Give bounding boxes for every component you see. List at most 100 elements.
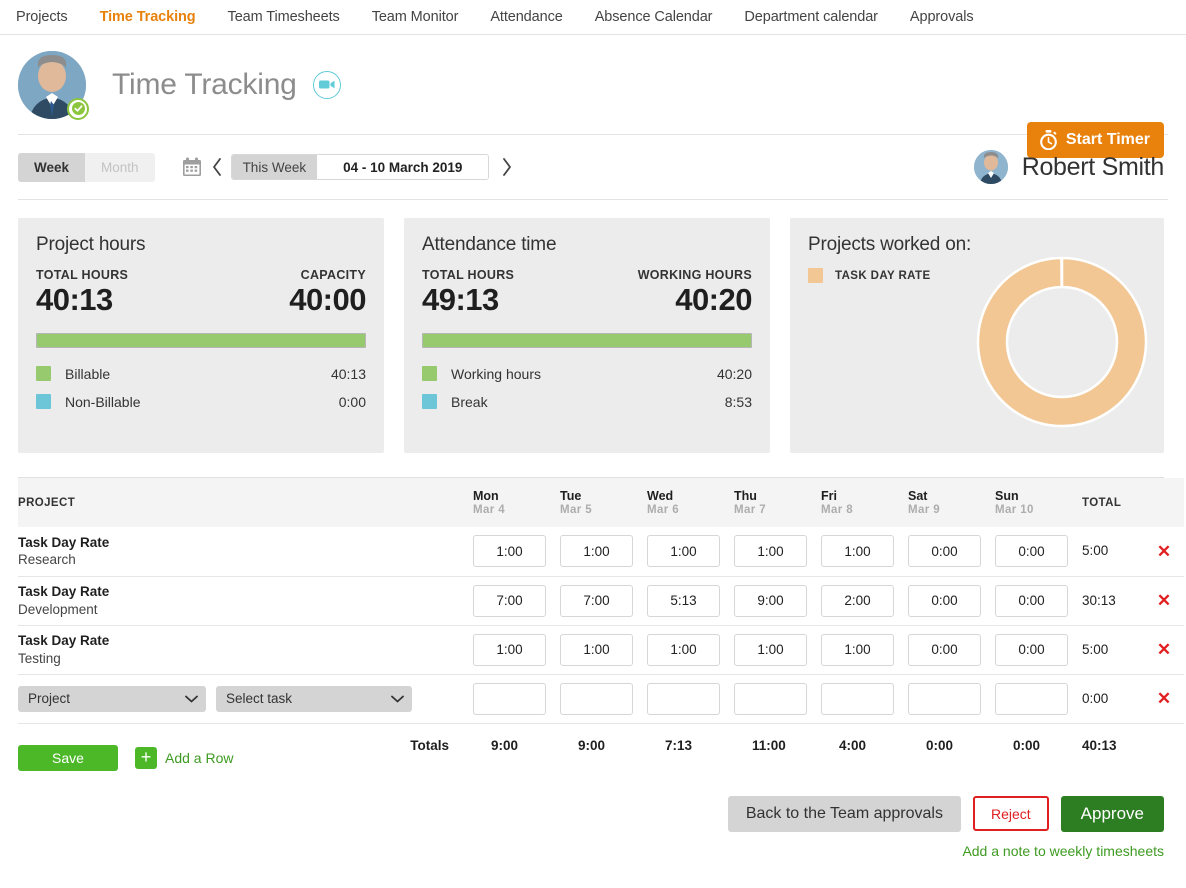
hour-input-rnew-d5[interactable] — [908, 683, 981, 715]
period-month-button[interactable]: Month — [85, 153, 155, 182]
hour-input-rnew-d1[interactable] — [560, 683, 633, 715]
hour-input-rnew-d4[interactable] — [821, 683, 894, 715]
hour-input-rnew-d2[interactable] — [647, 683, 720, 715]
nav-item-absence-calendar[interactable]: Absence Calendar — [579, 9, 729, 25]
hour-input-r2-d4[interactable] — [821, 634, 894, 666]
hour-input-r1-d1[interactable] — [560, 585, 633, 617]
nav-item-approvals[interactable]: Approvals — [894, 9, 990, 25]
video-camera-icon[interactable] — [313, 71, 341, 99]
date-range-value[interactable]: 04 - 10 March 2019 — [317, 155, 488, 179]
legend-value: 8:53 — [725, 394, 752, 410]
hour-input-r1-d2[interactable] — [647, 585, 720, 617]
card-project-hours: Project hours TOTAL HOURS CAPACITY 40:13… — [18, 218, 384, 453]
day-date: Mar 9 — [908, 504, 995, 516]
task-name: Development — [18, 601, 473, 619]
hour-input-rnew-d3[interactable] — [734, 683, 807, 715]
nav-item-attendance[interactable]: Attendance — [474, 9, 578, 25]
legend: Working hours 40:20 Break 8:53 — [422, 366, 752, 410]
card-projects-worked-on: Projects worked on: TASK DAY RATE — [790, 218, 1164, 453]
delete-x-icon[interactable]: ✕ — [1144, 543, 1184, 560]
delete-cell: ✕ — [1144, 527, 1184, 576]
hour-cell — [995, 625, 1082, 674]
project-select[interactable]: Project — [18, 686, 206, 712]
hour-input-r0-d4[interactable] — [821, 535, 894, 567]
save-button[interactable]: Save — [18, 745, 118, 771]
hour-input-r1-d4[interactable] — [821, 585, 894, 617]
day-name: Sat — [908, 489, 995, 503]
add-note-link[interactable]: Add a note to weekly timesheets — [18, 843, 1164, 859]
row-total-value: 5:00 — [1082, 642, 1108, 657]
hour-cell — [473, 576, 560, 625]
nav-item-team-timesheets[interactable]: Team Timesheets — [212, 9, 356, 25]
hour-cell — [647, 576, 734, 625]
hour-input-rnew-d0[interactable] — [473, 683, 546, 715]
nav-item-time-tracking[interactable]: Time Tracking — [84, 9, 212, 25]
hour-input-r0-d3[interactable] — [734, 535, 807, 567]
summary-cards: Project hours TOTAL HOURS CAPACITY 40:13… — [0, 200, 1186, 453]
nav-item-team-monitor[interactable]: Team Monitor — [356, 9, 475, 25]
legend-label: Working hours — [451, 366, 717, 382]
hour-cell — [908, 674, 995, 723]
stat-labels: TOTAL HOURS WORKING HOURS — [422, 268, 752, 282]
hour-cell — [734, 674, 821, 723]
legend-label: Non-Billable — [65, 394, 339, 410]
hour-input-r0-d5[interactable] — [908, 535, 981, 567]
total-hours-label: TOTAL HOURS — [36, 268, 128, 282]
hour-input-r1-d5[interactable] — [908, 585, 981, 617]
period-week-button[interactable]: Week — [18, 153, 85, 182]
hour-input-r2-d2[interactable] — [647, 634, 720, 666]
calendar-icon[interactable] — [181, 156, 203, 178]
hour-input-r2-d5[interactable] — [908, 634, 981, 666]
nav-item-projects[interactable]: Projects — [16, 9, 84, 25]
select-value: Project — [28, 691, 70, 706]
approval-actions: Back to the Team approvals Reject Approv… — [18, 796, 1164, 832]
reject-button[interactable]: Reject — [973, 796, 1049, 831]
delete-x-icon[interactable]: ✕ — [1144, 641, 1184, 658]
stat-values: 49:13 40:20 — [422, 284, 752, 317]
project-name: Task Day Rate — [18, 534, 473, 552]
hour-cell — [908, 625, 995, 674]
hour-input-r2-d6[interactable] — [995, 634, 1068, 666]
this-week-button[interactable]: This Week — [232, 155, 318, 179]
nav-item-department-calendar[interactable]: Department calendar — [728, 9, 894, 25]
card-title: Project hours — [36, 234, 366, 256]
legend-value: 40:13 — [331, 366, 366, 382]
delete-x-icon[interactable]: ✕ — [1144, 690, 1184, 707]
hour-input-r0-d1[interactable] — [560, 535, 633, 567]
row-total-cell: 30:13 — [1082, 576, 1144, 625]
working-hours-value: 40:20 — [675, 284, 752, 317]
day-name: Sun — [995, 489, 1082, 503]
hour-cell — [560, 674, 647, 723]
hour-input-r0-d0[interactable] — [473, 535, 546, 567]
hour-input-r0-d6[interactable] — [995, 535, 1068, 567]
legend-item-billable: Billable 40:13 — [36, 366, 366, 382]
back-to-team-approvals-button[interactable]: Back to the Team approvals — [728, 796, 961, 832]
legend-value: 0:00 — [339, 394, 366, 410]
hour-input-r2-d1[interactable] — [560, 634, 633, 666]
hour-input-r0-d2[interactable] — [647, 535, 720, 567]
approve-button[interactable]: Approve — [1061, 796, 1164, 832]
current-user[interactable]: Robert Smith — [974, 150, 1164, 184]
stat-labels: TOTAL HOURS CAPACITY — [36, 268, 366, 282]
total-hours-label: TOTAL HOURS — [422, 268, 514, 282]
avatar[interactable] — [18, 51, 86, 119]
hour-input-r2-d0[interactable] — [473, 634, 546, 666]
row-total-value: 5:00 — [1082, 543, 1108, 558]
timesheet-body: Task Day RateResearch5:00✕Task Day RateD… — [18, 527, 1184, 723]
delete-x-icon[interactable]: ✕ — [1144, 592, 1184, 609]
add-row-button[interactable]: + Add a Row — [135, 747, 233, 769]
hour-input-r1-d0[interactable] — [473, 585, 546, 617]
task-select[interactable]: Select task — [216, 686, 412, 712]
hour-cell — [821, 625, 908, 674]
day-name: Tue — [560, 489, 647, 503]
hour-cell — [734, 625, 821, 674]
date-range-control: This Week 04 - 10 March 2019 — [231, 154, 490, 180]
previous-week-button[interactable] — [211, 157, 223, 177]
hour-input-r1-d6[interactable] — [995, 585, 1068, 617]
hour-input-r2-d3[interactable] — [734, 634, 807, 666]
hour-input-rnew-d6[interactable] — [995, 683, 1068, 715]
table-row: Task Day RateResearch5:00✕ — [18, 527, 1184, 576]
user-name: Robert Smith — [1022, 153, 1164, 182]
hour-input-r1-d3[interactable] — [734, 585, 807, 617]
next-week-button[interactable] — [501, 157, 513, 177]
